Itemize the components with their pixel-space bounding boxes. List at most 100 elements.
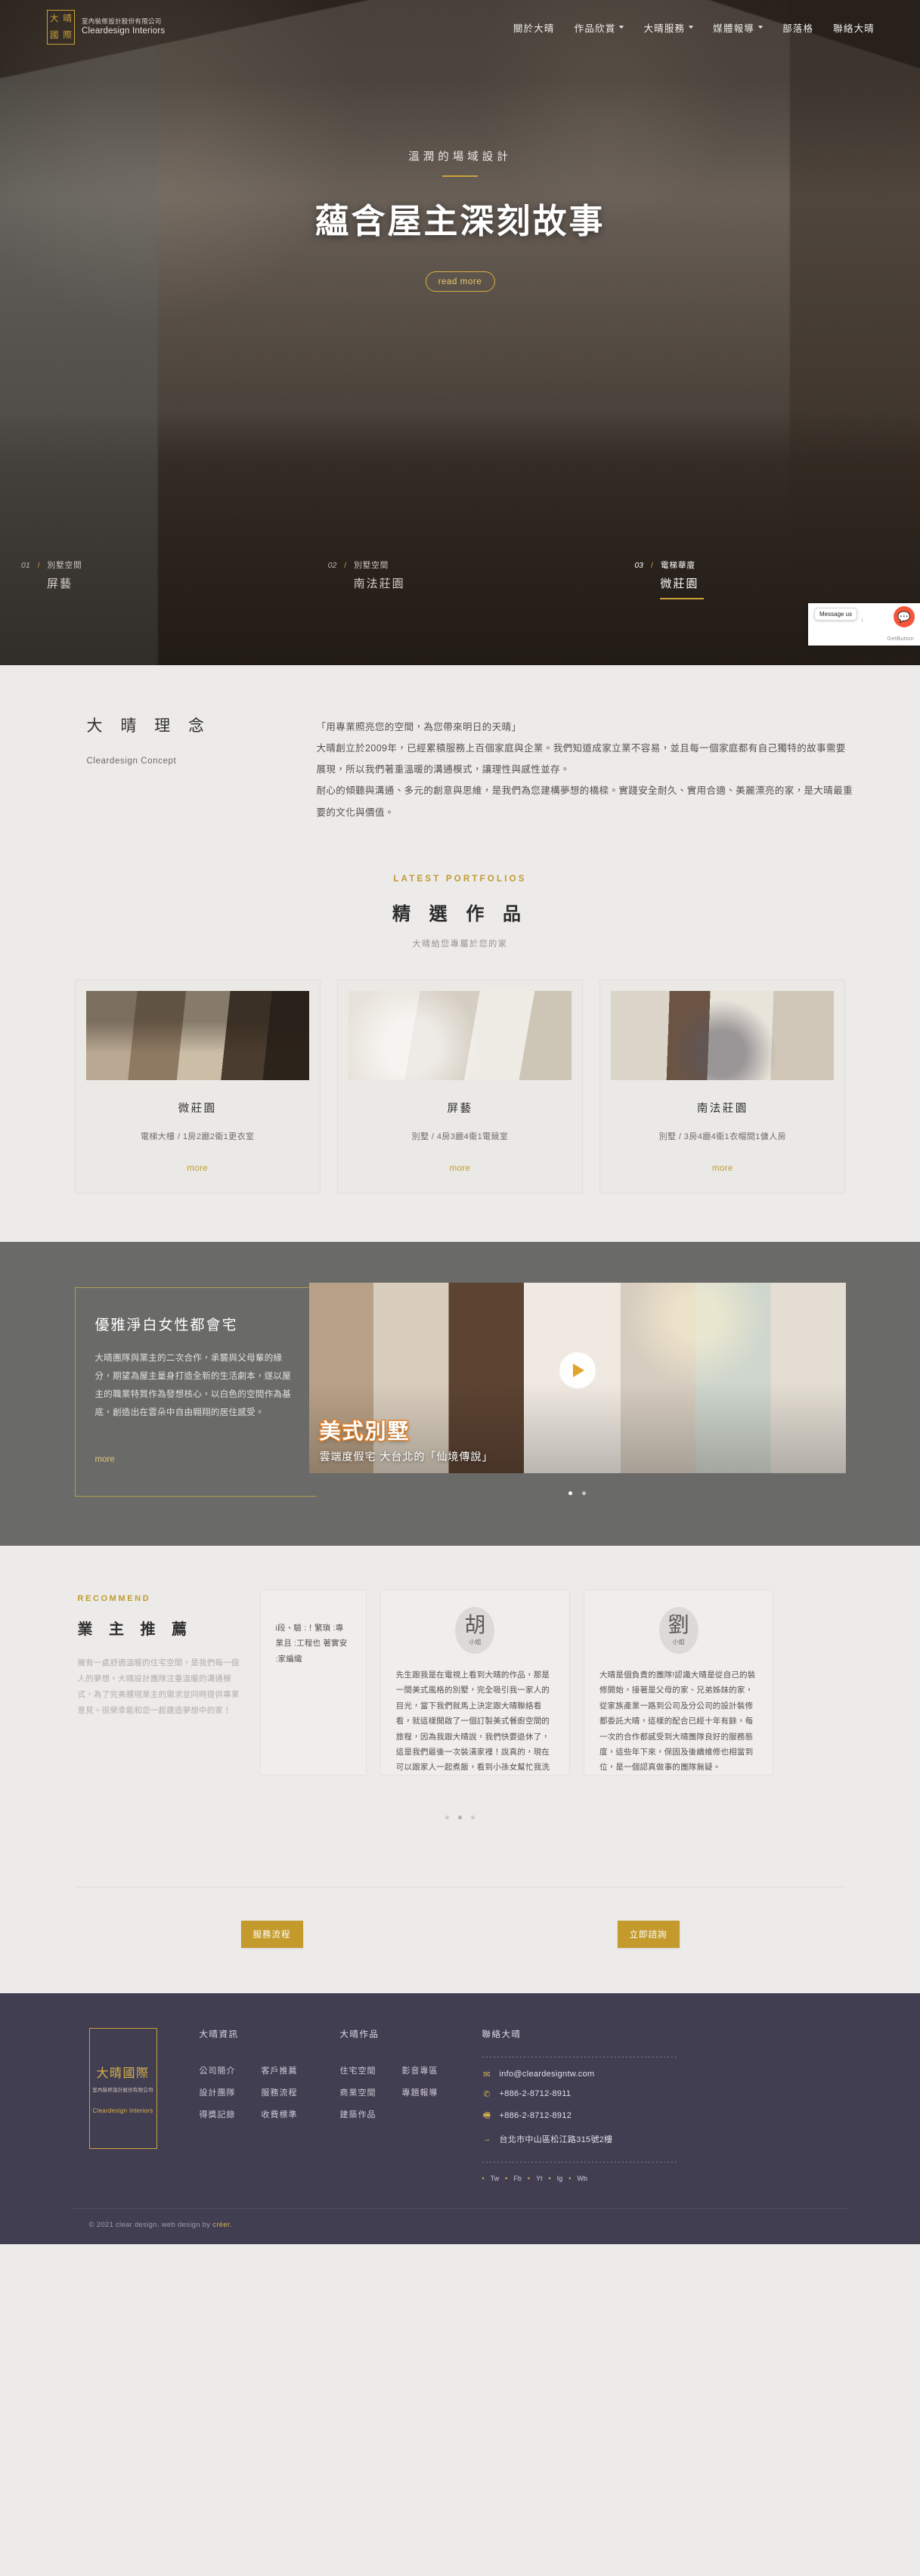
arrow-down-icon: ↓ <box>860 615 864 623</box>
portfolio-card-meta: 別墅 / 4房3廳4衛1電競室 <box>411 1132 509 1141</box>
nav-item-media[interactable]: 媒體報導 <box>713 20 764 35</box>
contact-email-row[interactable]: ✉ info@cleardesigntw.com <box>482 2070 677 2079</box>
footer-contact-heading: 聯絡大晴 <box>482 2030 522 2039</box>
contact-address-row[interactable]: → 台北市中山區松江路315號2樓 <box>482 2133 677 2145</box>
portfolio-card-meta: 別墅 / 3房4廳4衛1衣帽間1傭人房 <box>658 1132 786 1141</box>
portfolio-card[interactable]: 屏藝 別墅 / 4房3廳4衛1電競室 more <box>336 979 584 1194</box>
footer-link[interactable]: 專題報導 <box>402 2086 438 2098</box>
hero-slide-item-2[interactable]: 02 / 別墅空間 南法莊園 <box>307 559 614 606</box>
testimonial-card[interactable]: 胡 小姐 先生跟我是在電視上看到大晴的作品，那是一間美式風格的別墅，完全吸引我一… <box>379 1589 570 1776</box>
portfolio-card[interactable]: 微莊園 電梯大樓 / 1房2廳2衛1更衣室 more <box>74 979 321 1194</box>
footer-link[interactable]: 客戶推薦 <box>262 2064 298 2076</box>
hero-read-more-button[interactable]: read more <box>425 271 495 292</box>
carousel-dot[interactable] <box>471 1815 475 1819</box>
recommend-heading-block: RECOMMEND 業 主 推 薦 擁有一處舒適溫暖的住宅空間，是我們每一個人的… <box>67 1590 245 1719</box>
nav-label: 部落格 <box>782 23 814 34</box>
footer-link-group: 客戶推薦 服務流程 收費標準 <box>262 2064 298 2130</box>
portfolio-kicker: LATEST PORTFOLIOS <box>393 874 527 884</box>
footer-link-groups: 公司簡介 設計團隊 得獎記錄 客戶推薦 服務流程 收費標準 <box>200 2064 298 2130</box>
social-link-yt[interactable]: Yt <box>536 2175 543 2182</box>
footer-logo-sub: 室內裝修設計股份有限公司 <box>92 2087 153 2093</box>
contact-address-text: 台北市中山區松江路315號2樓 <box>499 2135 613 2144</box>
site-footer: 大晴國際 室內裝修設計股份有限公司 Cleardesign Interiors … <box>0 1992 920 2244</box>
nav-label: 關於大晴 <box>513 23 555 34</box>
video-more-link[interactable]: more <box>95 1455 297 1464</box>
contact-fax-row[interactable]: 🖷 +886-2-8712-8912 <box>482 2109 677 2123</box>
footer-link[interactable]: 收費標準 <box>262 2108 298 2120</box>
fax-icon: 🖷 <box>482 2110 491 2120</box>
footer-link[interactable]: 商業空間 <box>340 2086 376 2098</box>
carousel-dot[interactable] <box>568 1491 573 1495</box>
social-bullet: • <box>505 2174 508 2182</box>
footer-logo[interactable]: 大晴國際 室內裝修設計股份有限公司 Cleardesign Interiors <box>88 2027 157 2149</box>
page-root: 大 晴 國 際 室內裝修設計股份有限公司 Cleardesign Interio… <box>0 0 920 2244</box>
play-icon[interactable] <box>559 1351 596 1389</box>
footer-link[interactable]: 服務流程 <box>262 2086 298 2098</box>
nav-item-services[interactable]: 大晴服務 <box>643 20 694 35</box>
slide-category: 別墅空間 <box>354 561 389 570</box>
video-overlay-title: 美式別墅 <box>318 1418 410 1444</box>
chat-bubbles-icon[interactable]: 💬 <box>894 606 915 627</box>
logo-text: 室內裝修設計股份有限公司 Cleardesign Interiors <box>82 17 165 38</box>
carousel-dot[interactable] <box>458 1815 462 1819</box>
footer-link-group: 公司簡介 設計團隊 得獎記錄 <box>200 2064 236 2130</box>
social-link-fb[interactable]: Fb <box>513 2175 522 2182</box>
video-container: 優雅淨白女性都會宅 大晴團隊與業主的二次合作，承襲與父母輩的緣分，期望為屋主量身… <box>74 1282 846 1499</box>
site-logo[interactable]: 大 晴 國 際 室內裝修設計股份有限公司 Cleardesign Interio… <box>47 10 165 45</box>
logo-mark-icon: 大 晴 國 際 <box>47 10 75 45</box>
video-player-panel: 美式別墅 雲端度假宅 大台北的「仙境傳說」 <box>308 1282 846 1499</box>
copyright-brand[interactable]: créer. <box>212 2221 232 2229</box>
portfolio-card-title: 屏藝 <box>447 1102 473 1115</box>
portfolio-card-more-link[interactable]: more <box>86 1164 309 1173</box>
portfolio-card-more-link[interactable]: more <box>611 1164 834 1173</box>
chat-widget[interactable]: Message us ↓ 💬 GetButton <box>808 603 920 646</box>
nav-label: 媒體報導 <box>713 23 755 34</box>
nav-item-blog[interactable]: 部落格 <box>782 20 813 35</box>
hero-title: 蘊含屋主深刻故事 <box>314 202 606 240</box>
slide-category: 別墅空間 <box>47 561 82 570</box>
concept-section: 大 晴 理 念 Cleardesign Concept 「用專業照亮您的空間，為… <box>0 665 920 862</box>
testimonial-body: 先生跟我是在電視上看到大晴的作品，那是一間美式風格的別墅，完全吸引我一家人的目光… <box>395 1670 550 1773</box>
portfolio-card[interactable]: 南法莊園 別墅 / 3房4廳4衛1衣帽間1傭人房 more <box>599 979 846 1194</box>
footer-link-groups: 住宅空間 商業空間 建築作品 影音專區 專題報導 <box>340 2064 438 2130</box>
carousel-dot[interactable] <box>445 1815 449 1819</box>
nav-item-contact[interactable]: 聯絡大晴 <box>833 20 875 35</box>
portfolio-subtitle: 大晴給您專屬於您的家 <box>412 939 508 949</box>
hero-slide-item-1[interactable]: 01 / 別墅空間 屏藝 <box>0 559 307 606</box>
nav-item-about[interactable]: 關於大晴 <box>513 20 555 35</box>
recommend-container: RECOMMEND 業 主 推 薦 擁有一處舒適溫暖的住宅空間，是我們每一個人的… <box>67 1589 853 1790</box>
consult-now-button[interactable]: 立即諮詢 <box>617 1920 680 1948</box>
footer-link[interactable]: 建築作品 <box>340 2108 376 2120</box>
footer-link[interactable]: 住宅空間 <box>340 2064 376 2076</box>
service-process-button[interactable]: 服務流程 <box>240 1920 303 1948</box>
footer-link-group: 影音專區 專題報導 <box>402 2064 438 2130</box>
footer-column-heading: 大晴作品 <box>339 2030 379 2039</box>
video-carousel-dots <box>309 1485 846 1499</box>
social-bullet: • <box>548 2174 551 2182</box>
footer-link[interactable]: 公司簡介 <box>200 2064 236 2076</box>
logo-line-1: 室內裝修設計股份有限公司 <box>82 17 162 25</box>
footer-link[interactable]: 影音專區 <box>402 2064 438 2076</box>
phone-icon: ✆ <box>483 2089 491 2099</box>
avatar-honorific: 小姐 <box>672 1638 685 1646</box>
footer-link[interactable]: 得獎記錄 <box>200 2108 236 2120</box>
hero-slide-item-3[interactable]: 03 / 電梯華廈 微莊園 <box>613 559 920 606</box>
footer-link[interactable]: 設計團隊 <box>200 2086 236 2098</box>
social-link-tw[interactable]: Tw <box>491 2175 500 2182</box>
testimonial-card[interactable]: 劉 小姐 大晴是個負責的團隊!認識大晴是從自己的裝修開始，接著是父母的家、兄弟姊… <box>583 1589 774 1776</box>
avatar: 胡 小姐 <box>455 1606 495 1654</box>
carousel-dot[interactable] <box>581 1491 586 1495</box>
testimonial-card[interactable]: i段、驗 :！繁瑣 :專業且 :工程也 著實安 :家編織 <box>259 1589 367 1776</box>
hero-kicker: 溫潤的場域設計 <box>408 151 512 163</box>
social-link-ig[interactable]: Ig <box>557 2175 563 2182</box>
testimonial-card-list: i段、驗 :！繁瑣 :專業且 :工程也 著實安 :家編織 胡 小姐 先生跟我是在… <box>259 1589 853 1790</box>
contact-phone-row[interactable]: ✆ +886-2-8712-8911 <box>482 2089 677 2099</box>
avatar-initial: 劉 <box>668 1612 689 1636</box>
social-link-wb[interactable]: Wb <box>577 2175 587 2182</box>
chevron-down-icon <box>619 26 624 29</box>
nav-item-portfolio[interactable]: 作品欣賞 <box>575 20 624 35</box>
hero-divider <box>442 175 478 177</box>
portfolio-card-more-link[interactable]: more <box>348 1164 572 1173</box>
video-thumbnail[interactable]: 美式別墅 雲端度假宅 大台北的「仙境傳說」 <box>308 1282 846 1473</box>
hero-slide-nav: 01 / 別墅空間 屏藝 02 / 別墅空間 南法莊園 03 / 電梯華廈 微莊… <box>0 559 920 606</box>
